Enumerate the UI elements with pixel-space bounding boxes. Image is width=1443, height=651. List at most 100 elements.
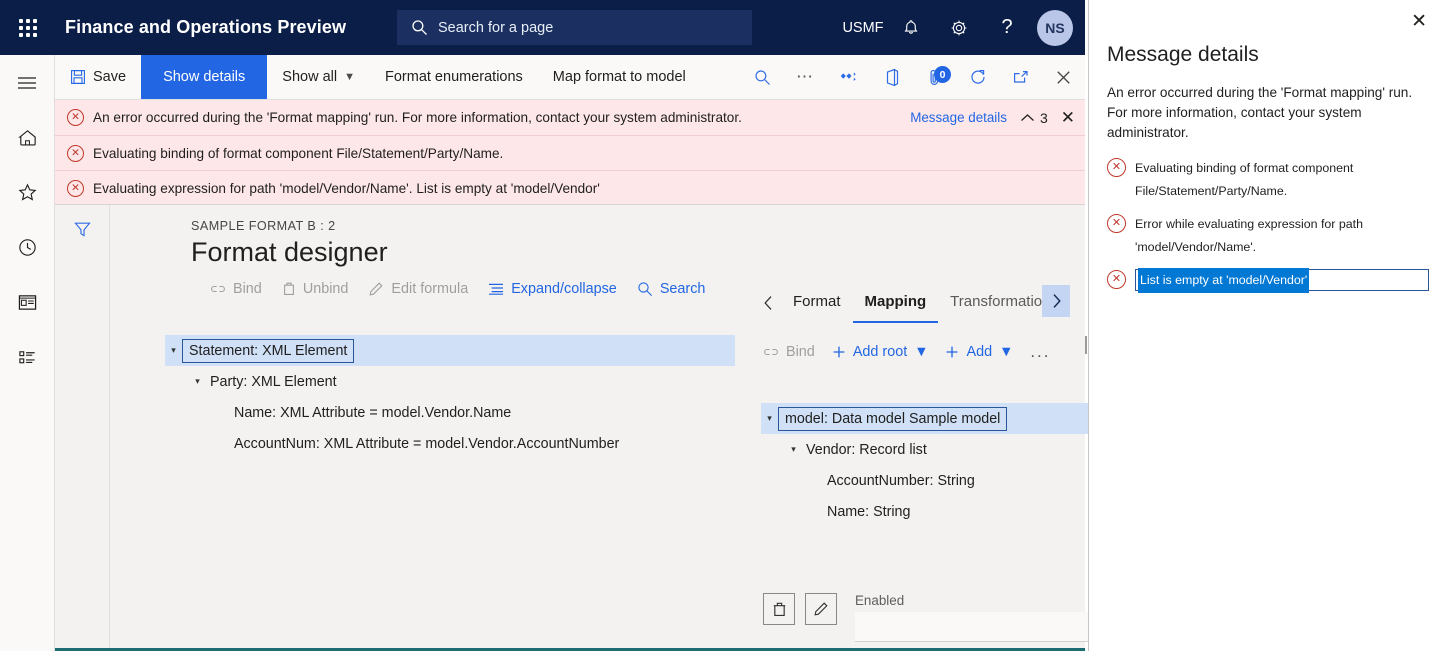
- bell-icon: [904, 19, 918, 34]
- tree-node-label: model: Data model Sample model: [778, 406, 1008, 431]
- list-expand-icon: [489, 283, 504, 295]
- link-icon: [764, 348, 778, 356]
- pencil-icon: [369, 282, 383, 296]
- search-input[interactable]: Search for a page: [397, 10, 752, 45]
- toolbar-overflow-button[interactable]: ⋯: [784, 55, 827, 99]
- filter-funnel-icon: [74, 222, 91, 237]
- tree-search-label: Search: [659, 281, 706, 297]
- breadcrumb: SAMPLE FORMAT B : 2: [191, 219, 336, 233]
- enabled-field: Enabled: [855, 593, 1105, 642]
- tree-node[interactable]: Name: String: [761, 496, 1091, 527]
- delete-button[interactable]: [763, 593, 795, 625]
- close-flyout-button[interactable]: ✕: [1411, 12, 1427, 31]
- clock-icon: [18, 239, 36, 256]
- mapping-bind-button[interactable]: Bind: [763, 344, 815, 360]
- help-button[interactable]: ?: [983, 0, 1031, 55]
- filter-button[interactable]: [55, 205, 110, 253]
- question-mark-icon: ?: [1001, 16, 1013, 38]
- toolbar-popout-button[interactable]: [999, 55, 1042, 99]
- office-app-icon: [886, 68, 898, 86]
- sidebar-item-hamburger[interactable]: [0, 55, 55, 110]
- edit-formula-button[interactable]: Edit formula: [368, 281, 468, 297]
- message-details-flyout: ✕ Message details An error occurred duri…: [1088, 0, 1443, 651]
- attachments-count-badge: 0: [934, 66, 951, 83]
- tabs-scroll-left-button[interactable]: [755, 295, 781, 311]
- show-all-dropdown[interactable]: Show all ▼: [267, 55, 370, 99]
- add-label: Add: [966, 344, 993, 360]
- tab-format[interactable]: Format: [781, 283, 853, 323]
- flyout-message-list: ✕ Evaluating binding of format component…: [1089, 143, 1443, 293]
- expander-icon[interactable]: ▾: [785, 444, 802, 455]
- flyout-list-item[interactable]: ✕ Error while evaluating expression for …: [1107, 213, 1429, 259]
- tab-mapping[interactable]: Mapping: [852, 283, 939, 323]
- chevron-down-icon: ▼: [344, 71, 355, 83]
- tree-node[interactable]: ▾ Party: XML Element: [165, 366, 735, 397]
- flyout-title: Message details: [1107, 43, 1259, 66]
- add-root-label: Add root: [852, 344, 908, 360]
- sidebar-item-favorites[interactable]: [0, 165, 55, 220]
- tree-node[interactable]: AccountNumber: String: [761, 465, 1091, 496]
- waffle-menu-button[interactable]: [0, 0, 55, 55]
- tree-node[interactable]: ▾ model: Data model Sample model: [761, 403, 1091, 434]
- chevron-down-icon: ▼: [999, 344, 1014, 360]
- error-row[interactable]: ✕ Evaluating expression for path 'model/…: [55, 170, 1085, 205]
- add-button[interactable]: Add ▼: [945, 344, 1013, 360]
- sidebar-item-home[interactable]: [0, 110, 55, 165]
- toolbar-attachments-button[interactable]: 0: [913, 55, 956, 99]
- tree-node-label: Party: XML Element: [210, 373, 337, 390]
- sidebar-item-modules[interactable]: [0, 330, 55, 385]
- toolbar-search-button[interactable]: [741, 55, 784, 99]
- flyout-list-item[interactable]: ✕ Evaluating binding of format component…: [1107, 157, 1429, 203]
- tree-search-button[interactable]: Search: [637, 281, 706, 297]
- error-row[interactable]: ✕ An error occurred during the 'Format m…: [55, 100, 1085, 135]
- popout-icon: [1013, 71, 1028, 83]
- tabs-scroll-right-button[interactable]: [1042, 285, 1070, 317]
- tree-node[interactable]: ▾ Vendor: Record list: [761, 434, 1091, 465]
- link-icon: [211, 285, 225, 293]
- expander-icon[interactable]: ▾: [189, 376, 206, 387]
- trash-icon: [283, 282, 294, 295]
- flyout-list-item-selected[interactable]: ✕ List is empty at 'model/Vendor': [1107, 267, 1429, 293]
- show-details-button[interactable]: Show details: [141, 55, 268, 99]
- format-enumerations-button[interactable]: Format enumerations: [370, 55, 538, 99]
- hamburger-icon: [18, 76, 36, 89]
- map-format-to-model-button[interactable]: Map format to model: [538, 55, 701, 99]
- company-selector[interactable]: USMF: [839, 0, 887, 55]
- edit-formula-label: Edit formula: [391, 281, 469, 297]
- tab-transformations[interactable]: Transformations: [938, 283, 1046, 323]
- bind-button[interactable]: Bind: [210, 281, 262, 297]
- close-messages-button[interactable]: ✕: [1061, 109, 1075, 126]
- enabled-input[interactable]: [855, 612, 1105, 642]
- avatar[interactable]: NS: [1037, 9, 1073, 46]
- expander-icon[interactable]: ▾: [761, 413, 778, 424]
- save-button[interactable]: Save: [55, 55, 141, 99]
- mapping-overflow-button[interactable]: ...: [1030, 342, 1050, 362]
- error-row[interactable]: ✕ Evaluating binding of format component…: [55, 135, 1085, 170]
- workspace-icon: [18, 295, 36, 310]
- notifications-button[interactable]: [887, 0, 935, 55]
- sidebar-item-workspaces[interactable]: [0, 275, 55, 330]
- refresh-icon: [970, 70, 985, 84]
- flyout-item-text: List is empty at 'model/Vendor': [1138, 267, 1310, 293]
- add-root-button[interactable]: Add root ▼: [832, 344, 928, 360]
- message-details-link[interactable]: Message details: [910, 110, 1007, 125]
- error-text: Evaluating expression for path 'model/Ve…: [93, 180, 600, 196]
- tree-node[interactable]: Name: XML Attribute = model.Vendor.Name: [165, 397, 735, 428]
- expand-collapse-button[interactable]: Expand/collapse: [488, 281, 617, 297]
- edit-button[interactable]: [805, 593, 837, 625]
- toolbar-office-button[interactable]: [870, 55, 913, 99]
- sidebar-item-recent[interactable]: [0, 220, 55, 275]
- flyout-item-text: Evaluating binding of format component F…: [1135, 161, 1354, 198]
- toolbar-share-button[interactable]: [827, 55, 870, 99]
- toolbar-close-button[interactable]: [1042, 55, 1085, 99]
- tree-node-label: AccountNum: XML Attribute = model.Vendor…: [234, 435, 620, 452]
- unbind-button[interactable]: Unbind: [282, 281, 348, 297]
- close-icon: [1057, 70, 1070, 84]
- tree-node[interactable]: ▾ Statement: XML Element: [165, 335, 735, 366]
- expander-icon[interactable]: ▾: [165, 345, 182, 356]
- tree-node[interactable]: AccountNum: XML Attribute = model.Vendor…: [165, 428, 735, 459]
- settings-button[interactable]: [935, 0, 983, 55]
- collapse-messages-control[interactable]: 3: [1020, 110, 1048, 126]
- toolbar-refresh-button[interactable]: [956, 55, 999, 99]
- search-placeholder: Search for a page: [438, 19, 554, 36]
